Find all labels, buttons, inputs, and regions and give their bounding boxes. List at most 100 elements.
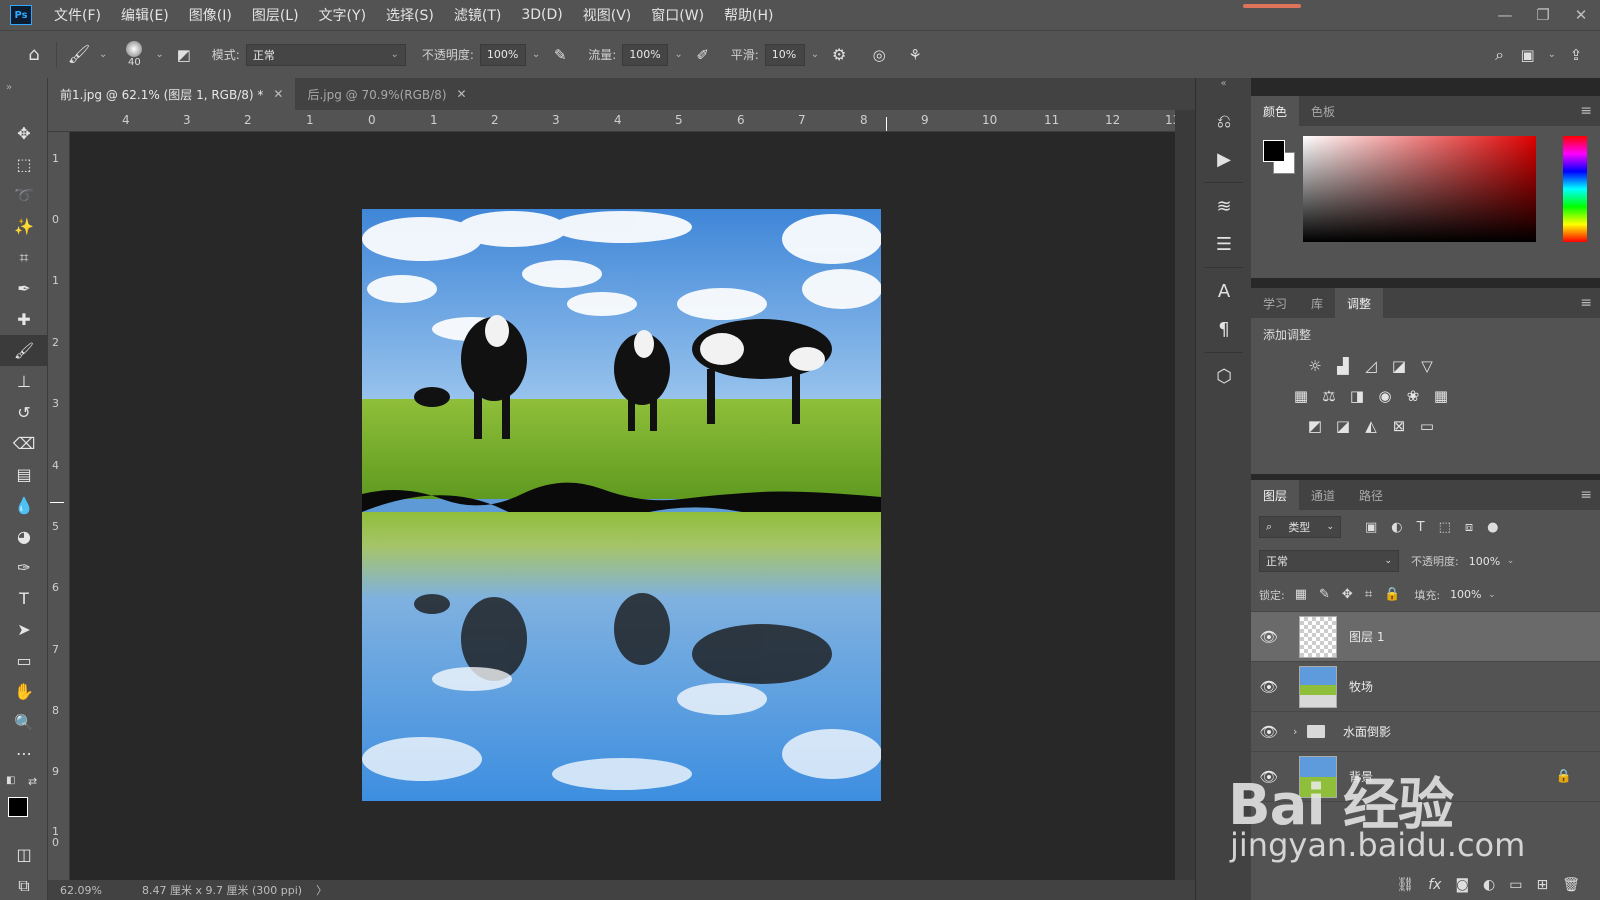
magic-wand-tool-icon[interactable]: ✨ (0, 211, 48, 242)
menu-3d[interactable]: 3D(D) (511, 7, 572, 23)
properties-icon[interactable]: ☰ (1196, 225, 1252, 263)
layer-row-pasture[interactable]: 👁 牧场 (1251, 662, 1600, 712)
path-selection-tool-icon[interactable]: ➤ (0, 614, 48, 645)
chevron-down-icon[interactable]: ⌄ (674, 49, 682, 60)
tab-layers[interactable]: 图层 (1251, 480, 1300, 510)
tab-adjustments[interactable]: 调整 (1335, 288, 1384, 318)
menu-type[interactable]: 文字(Y) (309, 5, 376, 25)
layer-name[interactable]: 牧场 (1349, 678, 1373, 695)
hue-saturation-icon[interactable]: ▦ (1287, 385, 1315, 407)
lock-pixels-icon[interactable]: ✎ (1319, 587, 1330, 602)
workspace-icon[interactable]: ▣ (1514, 46, 1542, 64)
vertical-scrollbar[interactable] (1175, 110, 1195, 880)
clone-stamp-tool-icon[interactable]: ⊥ (0, 366, 48, 397)
blur-tool-icon[interactable]: 💧 (0, 490, 48, 521)
share-icon[interactable]: ⇪ (1562, 46, 1590, 64)
search-icon[interactable]: ⌕ (1486, 45, 1514, 65)
close-icon[interactable]: ✕ (273, 87, 283, 101)
pressure-size-icon[interactable]: ◎ (865, 46, 893, 64)
pressure-opacity-icon[interactable]: ✎ (546, 46, 574, 64)
menu-file[interactable]: 文件(F) (44, 5, 111, 25)
fill-input[interactable]: 100% (1444, 584, 1488, 606)
paragraph-icon[interactable]: ¶ (1196, 310, 1252, 348)
smoothing-input[interactable]: 10% (764, 43, 805, 66)
lock-position-icon[interactable]: ✥ (1342, 587, 1353, 602)
history-brush-tool-icon[interactable]: ↺ (0, 397, 48, 428)
menu-filter[interactable]: 滤镜(T) (444, 5, 511, 25)
panel-menu-icon[interactable]: ≡ (1580, 295, 1592, 311)
brush-settings-icon[interactable]: ◩ (170, 46, 198, 64)
crop-tool-icon[interactable]: ⌗ (0, 242, 48, 273)
layer-opacity-input[interactable]: 100% (1463, 550, 1507, 572)
filter-toggle-icon[interactable]: ● (1487, 520, 1498, 535)
status-menu-arrow[interactable]: 〉 (316, 882, 327, 898)
panel-menu-icon[interactable]: ≡ (1580, 103, 1592, 119)
collapse-icon[interactable]: « (1196, 78, 1251, 102)
threshold-icon[interactable]: ◭ (1357, 415, 1385, 437)
more-tools-icon[interactable]: ⋯ (0, 738, 48, 769)
color-picker-field[interactable] (1303, 136, 1536, 242)
pen-tool-icon[interactable]: ✑ (0, 552, 48, 583)
minimize-button[interactable]: — (1486, 6, 1524, 24)
smart-object-filter-icon[interactable]: ⧈ (1465, 520, 1473, 535)
gear-icon[interactable]: ⚙ (825, 45, 853, 64)
menu-image[interactable]: 图像(I) (179, 5, 242, 25)
symmetry-icon[interactable]: ⚘ (901, 46, 929, 64)
selective-color-icon[interactable]: ⊠ (1385, 415, 1413, 437)
mode-select[interactable]: 正常 ⌄ (245, 43, 406, 66)
brush-tool-icon[interactable]: 🖌 (0, 335, 48, 366)
screen-mode-icon[interactable]: ⧉ (0, 870, 48, 900)
adjustment-filter-icon[interactable]: ◐ (1391, 520, 1402, 535)
character-icon[interactable]: A (1196, 272, 1252, 310)
eraser-tool-icon[interactable]: ⌫ (0, 428, 48, 459)
zoom-tool-icon[interactable]: 🔍 (0, 707, 48, 738)
tab-learn[interactable]: 学习 (1251, 288, 1299, 318)
blend-mode-select[interactable]: 正常 ⌄ (1259, 550, 1399, 572)
restore-button[interactable]: ❐ (1524, 6, 1562, 24)
color-lookup-icon[interactable]: ▦ (1427, 385, 1455, 407)
hand-tool-icon[interactable]: ✋ (0, 676, 48, 707)
chevron-right-icon[interactable]: › (1293, 725, 1307, 738)
default-colors-icon[interactable]: ◧ (6, 775, 15, 786)
brush-preset-icon[interactable]: 🖌 (65, 44, 93, 65)
chevron-down-icon[interactable]: ⌄ (1507, 556, 1515, 566)
invert-icon[interactable]: ◩ (1301, 415, 1329, 437)
foreground-color-swatch[interactable] (8, 797, 28, 817)
actions-play-icon[interactable]: ▶ (1196, 140, 1252, 178)
close-icon[interactable]: ✕ (457, 87, 467, 101)
history-icon[interactable]: ⎌ (1196, 102, 1252, 140)
exposure-icon[interactable]: ◪ (1385, 355, 1413, 377)
eye-icon[interactable]: 👁 (1251, 723, 1287, 741)
brush-size-picker[interactable]: 40 (119, 41, 149, 68)
vibrance-icon[interactable]: ▽ (1413, 355, 1441, 377)
foreground-color-swatch[interactable] (1263, 140, 1285, 162)
brightness-contrast-icon[interactable]: ☼ (1301, 355, 1329, 377)
black-white-icon[interactable]: ◨ (1343, 385, 1371, 407)
document-artwork[interactable] (362, 209, 881, 801)
menu-layer[interactable]: 图层(L) (242, 5, 309, 25)
color-balance-icon[interactable]: ⚖ (1315, 385, 1343, 407)
hue-slider[interactable] (1563, 136, 1587, 242)
swap-colors-icon[interactable]: ⇄ (28, 775, 37, 788)
collapse-icon[interactable]: » (0, 78, 47, 118)
eye-icon[interactable]: 👁 (1251, 628, 1287, 646)
chevron-down-icon[interactable]: ⌄ (1548, 49, 1556, 60)
trash-icon[interactable]: 🗑 (1562, 877, 1580, 893)
shape-filter-icon[interactable]: ⬚ (1439, 520, 1451, 535)
brush-settings-icon[interactable]: ≋ (1196, 187, 1252, 225)
healing-brush-tool-icon[interactable]: ✚ (0, 304, 48, 335)
layer-row-layer1[interactable]: 👁 图层 1 (1251, 612, 1600, 662)
tab-paths[interactable]: 路径 (1347, 480, 1395, 510)
tab-libraries[interactable]: 库 (1299, 288, 1335, 318)
pixel-filter-icon[interactable]: ▣ (1365, 520, 1377, 535)
menu-view[interactable]: 视图(V) (573, 5, 642, 25)
tab-swatches[interactable]: 色板 (1299, 96, 1347, 126)
move-tool-icon[interactable]: ✥ (0, 118, 48, 149)
layer-row-water-reflection-group[interactable]: 👁 › 水面倒影 (1251, 712, 1600, 752)
3d-icon[interactable]: ⬡ (1196, 357, 1252, 395)
layer-name[interactable]: 水面倒影 (1343, 723, 1391, 740)
opacity-input[interactable]: 100% (479, 43, 526, 66)
eyedropper-tool-icon[interactable]: ✒ (0, 273, 48, 304)
chevron-down-icon[interactable]: ⌄ (155, 49, 163, 60)
rectangle-tool-icon[interactable]: ▭ (0, 645, 48, 676)
